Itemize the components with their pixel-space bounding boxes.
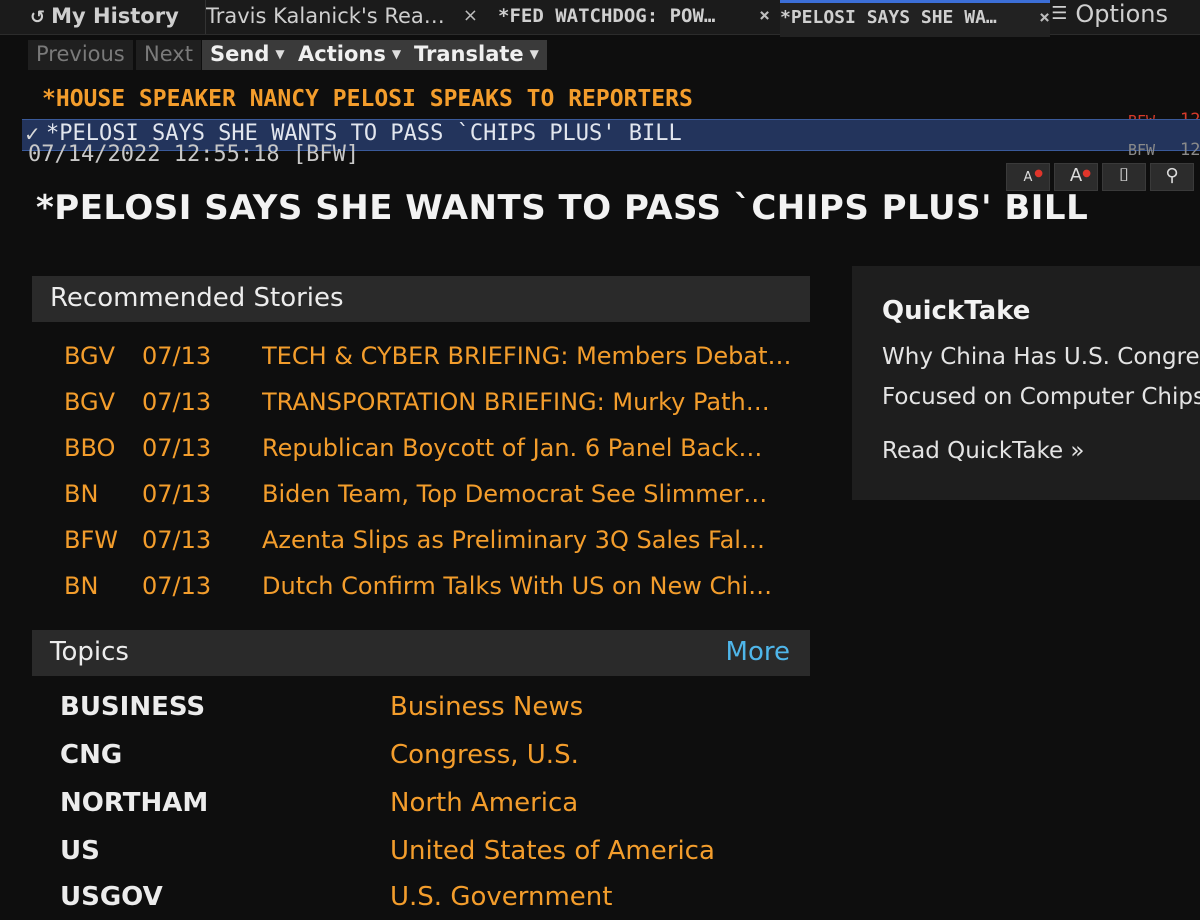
topic-name: United States of America xyxy=(390,836,715,866)
story-title: TECH & CYBER BRIEFING: Members Debat… xyxy=(262,342,792,370)
topics-header: Topics More xyxy=(32,630,810,676)
send-button[interactable]: Send ▼ xyxy=(202,40,293,70)
story-date: 07/13 xyxy=(142,434,212,462)
tab-label: *PELOSI SAYS SHE WA… xyxy=(780,7,997,28)
tab-pelosi-active[interactable]: *PELOSI SAYS SHE WA… × xyxy=(780,0,1050,37)
topic-code: NORTHAM xyxy=(60,788,209,818)
story-date: 07/13 xyxy=(142,526,212,554)
close-icon[interactable]: × xyxy=(463,0,478,32)
story-row[interactable]: BBO 07/13 Republican Boycott of Jan. 6 P… xyxy=(32,426,810,470)
quicktake-panel: QuickTake Why China Has U.S. Congress Fo… xyxy=(852,266,1200,500)
topic-code: CNG xyxy=(60,740,123,770)
headline-source: BFW xyxy=(1128,141,1156,159)
story-date: 07/13 xyxy=(142,572,212,600)
headline-item[interactable]: *HOUSE SPEAKER NANCY PELOSI SPEAKS TO RE… xyxy=(42,86,693,112)
section-title: Topics xyxy=(50,637,129,667)
quicktake-title: QuickTake xyxy=(882,296,1031,326)
topic-name: U.S. Government xyxy=(390,882,613,912)
options-menu[interactable]: ☰ Options xyxy=(1051,0,1168,34)
menu-icon: ☰ xyxy=(1051,3,1068,24)
topic-code: USGOV xyxy=(60,882,163,912)
tab-label: My History xyxy=(51,4,179,28)
close-icon[interactable]: × xyxy=(759,0,770,32)
story-title: TRANSPORTATION BRIEFING: Murky Path… xyxy=(262,388,770,416)
quicktake-headline[interactable]: Focused on Computer Chips xyxy=(882,384,1200,410)
read-quicktake-link[interactable]: Read QuickTake » xyxy=(882,438,1085,464)
quicktake-headline[interactable]: Why China Has U.S. Congress xyxy=(882,344,1200,370)
story-source: BFW xyxy=(64,526,118,554)
actions-button[interactable]: Actions ▼ xyxy=(290,40,410,70)
story-date: 07/13 xyxy=(142,342,212,370)
story-source: BN xyxy=(64,572,99,600)
topic-code: US xyxy=(60,836,100,866)
story-title: Dutch Confirm Talks With US on New Chi… xyxy=(262,572,773,600)
story-timestamp: 07/14/2022 12:55:18 [BFW] xyxy=(28,142,360,167)
topic-name: Business News xyxy=(390,692,584,722)
options-label: Options xyxy=(1075,0,1168,28)
history-icon: ↺ xyxy=(30,7,46,28)
tab-bar: ↺ My History Travis Kalanick's Rea… × *FE… xyxy=(0,0,1200,37)
caret-down-icon: ▼ xyxy=(391,47,402,61)
story-title: Biden Team, Top Democrat See Slimmer… xyxy=(262,480,768,508)
story-date: 07/13 xyxy=(142,388,212,416)
story-title: Republican Boycott of Jan. 6 Panel Back… xyxy=(262,434,763,462)
story-row[interactable]: BN 07/13 Biden Team, Top Democrat See Sl… xyxy=(32,472,810,516)
font-increase-icon[interactable]: A ● xyxy=(1054,163,1098,191)
more-link[interactable]: More xyxy=(726,630,790,674)
story-source: BN xyxy=(64,480,99,508)
tab-label: Travis Kalanick's Rea… xyxy=(206,4,445,28)
send-label: Send xyxy=(210,42,270,66)
story-source: BGV xyxy=(64,388,116,416)
story-source: BBO xyxy=(64,434,116,462)
story-title: Azenta Slips as Preliminary 3Q Sales Fal… xyxy=(262,526,765,554)
tab-my-history[interactable]: ↺ My History xyxy=(30,0,190,34)
topic-name: Congress, U.S. xyxy=(390,740,579,770)
previous-button[interactable]: Previous xyxy=(28,40,133,70)
translate-label: Translate xyxy=(414,42,524,66)
font-decrease-icon[interactable]: A ● xyxy=(1006,163,1050,191)
section-title: Recommended Stories xyxy=(50,283,344,313)
article-title: *PELOSI SAYS SHE WANTS TO PASS `CHIPS PL… xyxy=(36,188,1089,228)
tab-label: *FED WATCHDOG: POW… xyxy=(498,5,716,27)
actions-label: Actions xyxy=(298,42,386,66)
story-row[interactable]: BFW 07/13 Azenta Slips as Preliminary 3Q… xyxy=(32,518,810,562)
close-icon[interactable]: × xyxy=(1039,3,1050,33)
story-row[interactable]: BGV 07/13 TECH & CYBER BRIEFING: Members… xyxy=(32,334,810,378)
headline-time: 12 xyxy=(1180,140,1200,160)
translate-button[interactable]: Translate ▼ xyxy=(406,40,547,70)
recommended-stories-header: Recommended Stories xyxy=(32,276,810,322)
story-date: 07/13 xyxy=(142,480,212,508)
tab-travis-kalanick[interactable]: Travis Kalanick's Rea… × xyxy=(205,0,478,34)
story-row[interactable]: BN 07/13 Dutch Confirm Talks With US on … xyxy=(32,564,810,608)
caret-down-icon: ▼ xyxy=(529,47,539,61)
next-button[interactable]: Next xyxy=(136,40,201,70)
topic-code: BUSINESS xyxy=(60,692,206,722)
search-icon[interactable]: ⚲ xyxy=(1150,163,1194,191)
tab-fed-watchdog[interactable]: *FED WATCHDOG: POW… × xyxy=(498,0,770,34)
caret-down-icon: ▼ xyxy=(275,47,285,61)
bookmark-icon[interactable]: ⌷ xyxy=(1102,163,1146,191)
story-source: BGV xyxy=(64,342,116,370)
topic-name: North America xyxy=(390,788,579,818)
story-row[interactable]: BGV 07/13 TRANSPORTATION BRIEFING: Murky… xyxy=(32,380,810,424)
